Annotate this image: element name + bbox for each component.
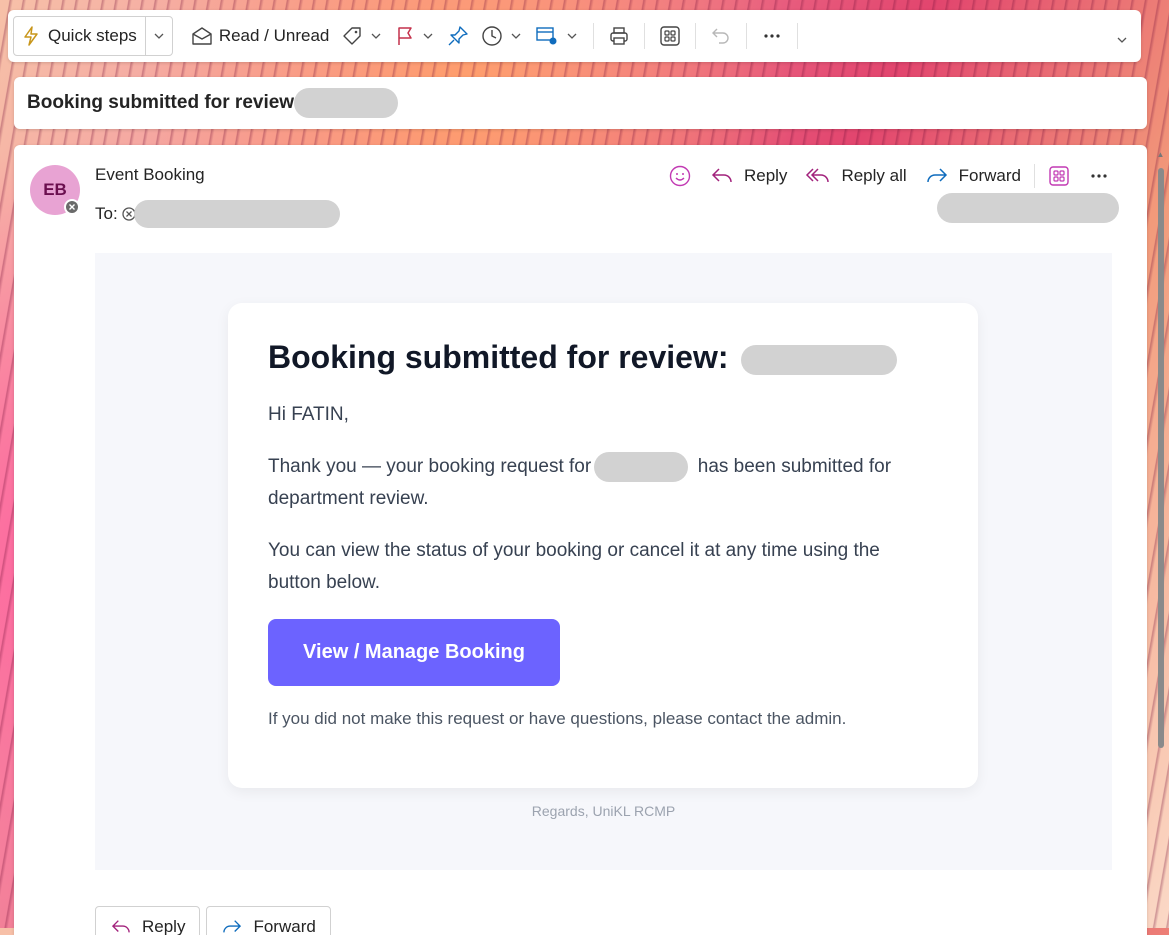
divider bbox=[746, 23, 748, 49]
redacted-recipient bbox=[133, 200, 340, 228]
email-card: Booking submitted for review: Hi FATIN, … bbox=[228, 303, 978, 788]
chevron-down-icon bbox=[567, 33, 577, 39]
reading-pane-scrollbar[interactable]: ▲ bbox=[1156, 150, 1165, 928]
view-manage-booking-button[interactable]: View / Manage Booking bbox=[268, 619, 560, 686]
print-button[interactable] bbox=[602, 18, 636, 54]
bottom-reply-button[interactable]: Reply bbox=[95, 906, 201, 935]
confirmation-text-start: Thank you — your booking request for bbox=[268, 456, 592, 477]
quick-reply-buttons: Reply Forward bbox=[95, 906, 331, 935]
quick-steps-dropdown[interactable] bbox=[146, 17, 172, 55]
more-icon bbox=[1088, 165, 1110, 187]
to-label: To: bbox=[95, 204, 118, 223]
forward-label: Forward bbox=[958, 166, 1021, 185]
printer-icon bbox=[608, 25, 630, 47]
forward-icon bbox=[925, 166, 949, 186]
lightning-icon bbox=[22, 26, 40, 46]
email-heading: Booking submitted for review: bbox=[268, 339, 898, 376]
contact-note: If you did not make this request or have… bbox=[268, 709, 847, 728]
reply-icon bbox=[710, 166, 734, 186]
confirmation-paragraph: Thank you — your booking request for has… bbox=[268, 451, 928, 515]
react-button[interactable] bbox=[659, 161, 701, 191]
divider bbox=[695, 23, 697, 49]
email-heading-text: Booking submitted for review: bbox=[268, 339, 729, 375]
snooze-button[interactable] bbox=[475, 18, 529, 54]
recipient-line: To: bbox=[95, 200, 340, 228]
apps-button[interactable] bbox=[653, 18, 687, 54]
envelope-icon bbox=[191, 26, 213, 46]
apps-icon bbox=[1048, 165, 1070, 187]
reply-all-label: Reply all bbox=[841, 166, 907, 185]
ribbon-expand-button[interactable] bbox=[1115, 32, 1129, 52]
message-subject-bar: Booking submitted for review: bbox=[14, 77, 1147, 129]
divider bbox=[1034, 164, 1035, 188]
chevron-down-icon bbox=[371, 33, 381, 39]
regards-signature: Regards, UniKL RCMP bbox=[531, 803, 676, 819]
message-subject: Booking submitted for review: bbox=[27, 92, 301, 113]
presence-status-icon bbox=[64, 199, 80, 215]
scroll-up-icon[interactable]: ▲ bbox=[1156, 150, 1165, 160]
quick-steps-label: Quick steps bbox=[48, 26, 137, 45]
divider bbox=[797, 23, 799, 49]
email-body: Booking submitted for review: Hi FATIN, … bbox=[95, 253, 1112, 870]
reply-button[interactable]: Reply bbox=[701, 161, 796, 191]
greeting: Hi FATIN, bbox=[268, 404, 349, 425]
chevron-down-icon bbox=[511, 33, 521, 39]
bottom-forward-button[interactable]: Forward bbox=[206, 906, 331, 935]
reply-label: Reply bbox=[743, 166, 788, 185]
undo-button[interactable] bbox=[704, 18, 738, 54]
reply-icon bbox=[110, 918, 132, 935]
reply-all-icon bbox=[805, 166, 831, 186]
sender-name[interactable]: Event Booking bbox=[95, 165, 205, 185]
chevron-down-icon bbox=[154, 33, 164, 39]
flag-icon bbox=[395, 25, 415, 47]
apps-button[interactable] bbox=[1039, 161, 1079, 191]
scroll-thumb[interactable] bbox=[1158, 168, 1164, 748]
categorize-button[interactable] bbox=[335, 18, 389, 54]
read-unread-label: Read / Unread bbox=[218, 26, 330, 45]
chevron-down-icon bbox=[1117, 37, 1127, 43]
rules-icon bbox=[535, 25, 559, 47]
bottom-reply-label: Reply bbox=[142, 917, 186, 935]
rules-button[interactable] bbox=[529, 18, 585, 54]
forward-icon bbox=[221, 918, 243, 935]
pin-button[interactable] bbox=[441, 18, 475, 54]
forward-button[interactable]: Forward bbox=[916, 161, 1030, 191]
instructions-paragraph: You can view the status of your booking … bbox=[268, 540, 880, 593]
divider bbox=[593, 23, 595, 49]
divider bbox=[644, 23, 646, 49]
redacted-date bbox=[937, 193, 1119, 223]
more-options-button[interactable] bbox=[755, 18, 789, 54]
redacted-text bbox=[741, 344, 898, 375]
chevron-down-icon bbox=[423, 33, 433, 39]
undo-icon bbox=[710, 25, 732, 47]
read-unread-button[interactable]: Read / Unread bbox=[185, 18, 336, 54]
quick-steps-split-button: Quick steps bbox=[13, 16, 173, 56]
smiley-icon bbox=[668, 164, 692, 188]
apps-icon bbox=[659, 25, 681, 47]
redacted-text bbox=[594, 451, 689, 482]
tag-icon bbox=[341, 25, 363, 47]
reading-pane: EB Event Booking To: Reply Reply all For… bbox=[14, 145, 1147, 935]
message-actions: Reply Reply all Forward bbox=[659, 161, 1119, 191]
quick-steps-button[interactable]: Quick steps bbox=[14, 17, 146, 55]
more-actions-button[interactable] bbox=[1079, 161, 1119, 191]
pin-icon bbox=[447, 25, 469, 47]
clock-icon bbox=[481, 25, 503, 47]
ribbon-toolbar: Quick steps Read / Unread bbox=[8, 10, 1141, 62]
redacted-text bbox=[294, 88, 399, 118]
bottom-forward-label: Forward bbox=[253, 917, 316, 935]
flag-button[interactable] bbox=[389, 18, 441, 54]
reply-all-button[interactable]: Reply all bbox=[796, 161, 915, 191]
more-icon bbox=[761, 25, 783, 47]
